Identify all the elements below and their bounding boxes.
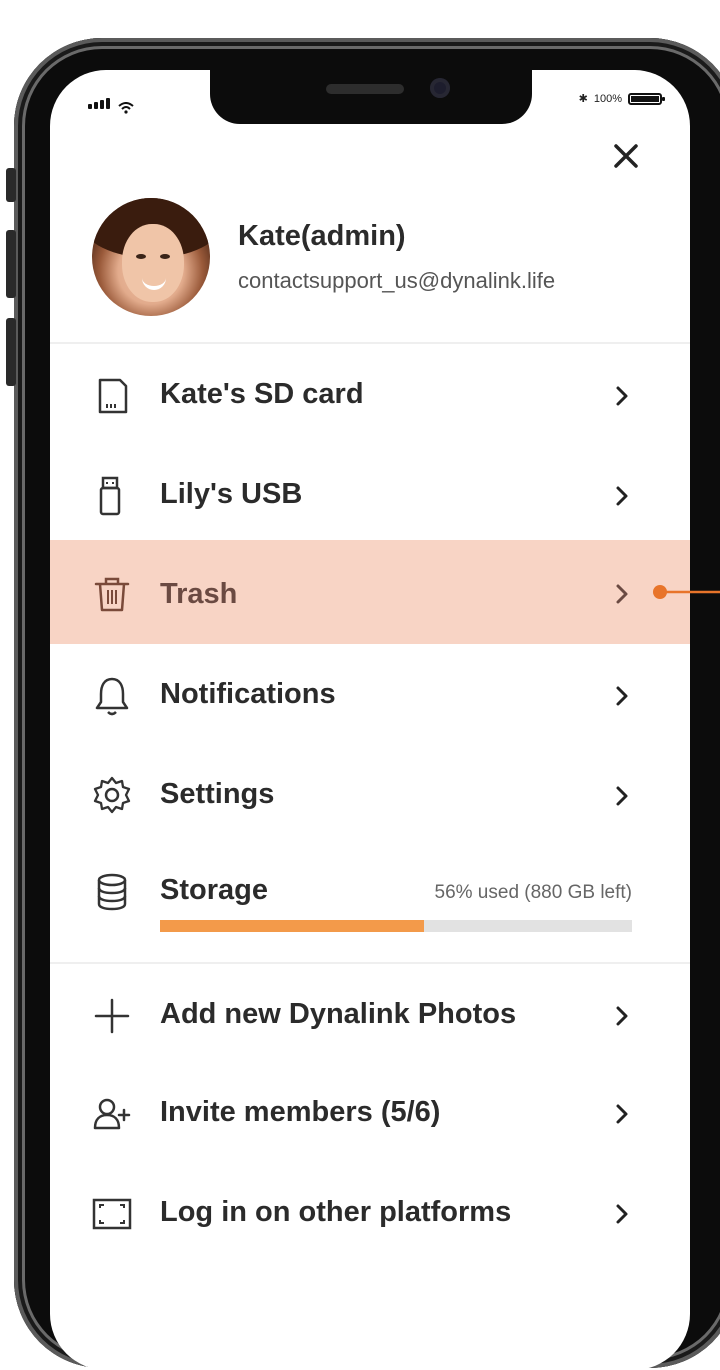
chevron-right-icon	[616, 686, 628, 706]
storage-label: Storage	[160, 874, 268, 906]
database-icon	[97, 873, 127, 911]
profile-email: contactsupport_us@dynalink.life	[238, 268, 556, 293]
trash-icon	[94, 577, 130, 612]
menu-item-sd-card[interactable]: Kate's SD card	[50, 346, 690, 446]
wifi-icon	[118, 102, 134, 114]
profile-name: Kate(admin)	[238, 220, 406, 252]
bell-icon	[95, 677, 129, 716]
storage-usage: 56% used (880 GB left)	[434, 882, 633, 903]
app-screen: ✱ 100% Kate(admin) contactsupport_us@dyn…	[50, 70, 690, 1370]
menu-item-login-platforms[interactable]: Log in on other platforms	[50, 1164, 690, 1264]
menu-item-label: Add new Dynalink Photos	[160, 998, 517, 1030]
chevron-right-icon	[616, 1204, 628, 1224]
status-right: ✱ 100%	[578, 92, 665, 105]
menu-item-label: Invite members (5/6)	[160, 1096, 441, 1128]
side-button	[6, 318, 16, 386]
side-button	[6, 230, 16, 298]
sd-card-icon	[98, 378, 128, 414]
chevron-right-icon	[616, 1104, 628, 1124]
battery-icon	[628, 92, 665, 105]
menu-item-label: Lily's USB	[160, 478, 303, 510]
add-user-icon	[93, 1098, 131, 1130]
menu-item-label: Log in on other platforms	[160, 1196, 512, 1228]
storage-progress-bar	[160, 920, 632, 932]
scan-icon	[92, 1198, 132, 1230]
menu-item-usb[interactable]: Lily's USB	[50, 446, 690, 546]
chevron-right-icon	[616, 786, 628, 806]
menu-item-label: Trash	[160, 578, 238, 610]
close-icon	[614, 144, 638, 168]
menu-item-label: Notifications	[160, 678, 336, 710]
menu-item-label: Settings	[160, 778, 275, 810]
status-left	[88, 96, 134, 114]
divider	[50, 962, 690, 964]
close-button[interactable]	[606, 136, 646, 176]
menu-item-notifications[interactable]: Notifications	[50, 646, 690, 746]
bluetooth-icon: ✱	[578, 93, 588, 105]
battery-percent: 100%	[593, 92, 622, 105]
menu-item-invite-members[interactable]: Invite members (5/6)	[50, 1064, 690, 1164]
speaker	[326, 84, 404, 94]
storage-section: Storage 56% used (880 GB left)	[50, 848, 690, 958]
avatar[interactable]	[92, 198, 210, 316]
chevron-right-icon	[616, 486, 628, 506]
chevron-right-icon	[616, 584, 628, 604]
callout-marker	[653, 585, 720, 599]
divider	[50, 342, 690, 344]
menu-item-label: Kate's SD card	[160, 378, 364, 410]
menu-item-trash[interactable]: Trash	[50, 540, 690, 644]
gear-icon	[93, 776, 131, 814]
plus-icon	[94, 998, 130, 1034]
usb-icon	[99, 476, 121, 516]
camera	[430, 78, 450, 98]
signal-icon	[88, 96, 112, 114]
side-button	[6, 168, 16, 202]
menu-item-add-photos[interactable]: Add new Dynalink Photos	[50, 966, 690, 1066]
menu-item-settings[interactable]: Settings	[50, 746, 690, 846]
profile-section: Kate(admin) contactsupport_us@dynalink.l…	[50, 190, 690, 340]
chevron-right-icon	[616, 1006, 628, 1026]
storage-progress-fill	[160, 920, 425, 932]
notch	[210, 70, 532, 124]
chevron-right-icon	[616, 386, 628, 406]
